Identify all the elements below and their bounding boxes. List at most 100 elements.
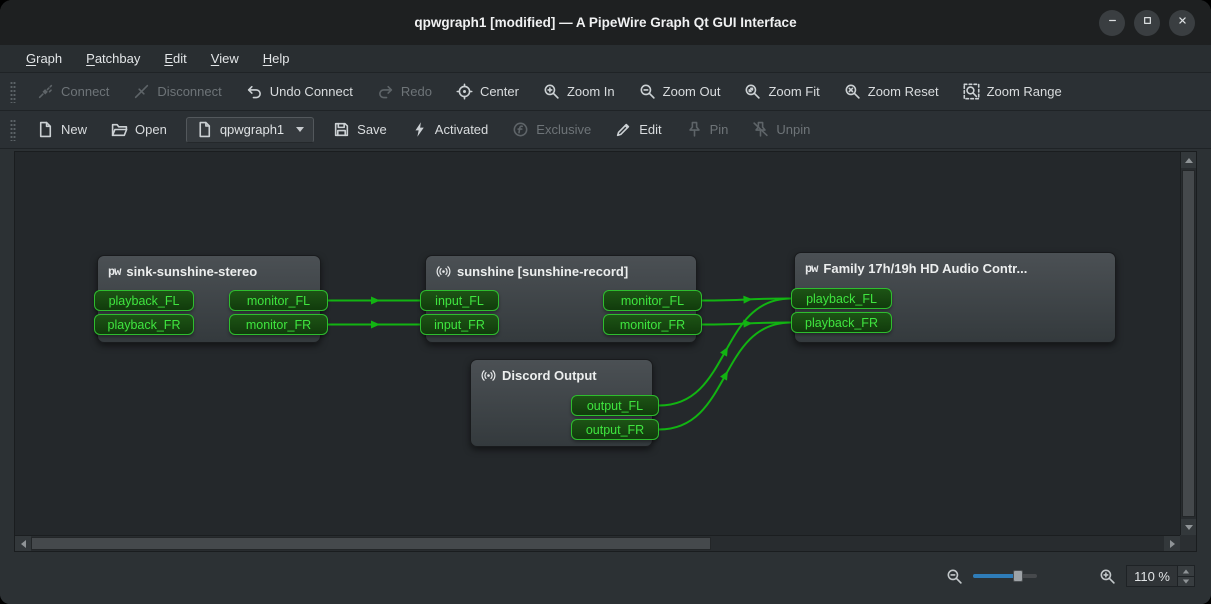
horizontal-scrollbar-track[interactable] (31, 536, 1164, 551)
zoom-spin-buttons (1177, 566, 1194, 586)
arrow-up-icon (1185, 158, 1193, 163)
window-titlebar[interactable]: qpwgraph1 [modified] — A PipeWire Graph … (0, 0, 1211, 45)
wire-arrow-icon (743, 320, 752, 328)
speaker-icon (436, 264, 451, 279)
zoom-slider-handle[interactable] (1013, 570, 1023, 582)
port-sunshine-input_FL[interactable]: input_FL (420, 290, 499, 311)
port-sink-sunshine-stereo-playback_FL[interactable]: playback_FL (94, 290, 194, 311)
port-sink-sunshine-stereo-monitor_FL[interactable]: monitor_FL (229, 290, 328, 311)
node-title: Discord Output (502, 368, 597, 383)
scroll-left-button[interactable] (15, 536, 31, 551)
arrow-down-icon (1183, 580, 1189, 584)
zoom-out-status-icon[interactable] (946, 568, 963, 585)
toolbar-button-label: Undo Connect (270, 84, 353, 99)
maximize-button[interactable] (1134, 10, 1160, 36)
vertical-scrollbar-thumb[interactable] (1182, 170, 1195, 517)
toolbar-button-open[interactable]: Open (100, 115, 178, 144)
toolbar-button-label: Open (135, 122, 167, 137)
menu-patchbay[interactable]: Patchbay (74, 47, 152, 70)
toolbar-button-zoom-reset[interactable]: Zoom Reset (833, 77, 950, 106)
minimize-button[interactable] (1099, 10, 1125, 36)
wire-arrow-icon (720, 347, 728, 357)
arrow-up-icon (1183, 569, 1189, 573)
menubar: GraphPatchbayEditViewHelp (0, 45, 1211, 73)
toolbar-button-zoom-out[interactable]: Zoom Out (628, 77, 732, 106)
toolbar-button-label: Pin (710, 122, 729, 137)
vertical-scrollbar-track[interactable] (1181, 168, 1196, 519)
wire-arrow-icon (720, 371, 728, 381)
toolbar-button-label: New (61, 122, 87, 137)
zoom-in-status-icon[interactable] (1099, 568, 1116, 585)
patchbay-file-combo[interactable]: qpwgraph1 (186, 117, 314, 143)
toolbar-button-zoom-fit[interactable]: Zoom Fit (733, 77, 830, 106)
window-maximize-icon (1141, 14, 1154, 32)
menu-help[interactable]: Help (251, 47, 302, 70)
window-title: qpwgraph1 [modified] — A PipeWire Graph … (414, 15, 796, 30)
toolbar-button-edit[interactable]: Edit (604, 115, 672, 144)
connect-icon (37, 83, 54, 100)
zoom-value: 110 % (1127, 569, 1177, 584)
port-sunshine-monitor_FL[interactable]: monitor_FL (603, 290, 702, 311)
node-title: sink-sunshine-stereo (126, 264, 257, 279)
central-area: pwsink-sunshine-stereoplayback_FLplaybac… (0, 149, 1211, 558)
port-sunshine-monitor_FR[interactable]: monitor_FR (603, 314, 702, 335)
port-discord-output_FR[interactable]: output_FR (571, 419, 659, 440)
file-icon (196, 121, 213, 138)
toolbar-button-label: Redo (401, 84, 432, 99)
window-close-icon (1176, 14, 1189, 32)
wire-sunshine.monitor_FL-to-family.playback_FL[interactable] (702, 299, 791, 301)
wire-arrow-icon (743, 296, 752, 304)
scroll-up-button[interactable] (1181, 152, 1196, 168)
toolbar-button-undo-connect[interactable]: Undo Connect (235, 77, 364, 106)
port-sunshine-input_FR[interactable]: input_FR (420, 314, 499, 335)
port-family-playback_FL[interactable]: playback_FL (791, 288, 892, 309)
graph-canvas[interactable]: pwsink-sunshine-stereoplayback_FLplaybac… (15, 152, 1180, 535)
menu-edit[interactable]: Edit (152, 47, 198, 70)
port-family-playback_FR[interactable]: playback_FR (791, 312, 892, 333)
toolbar-drag-handle[interactable] (10, 119, 16, 141)
window-controls (1099, 10, 1195, 36)
toolbar-button-label: Edit (639, 122, 661, 137)
zoom-spin-down-button[interactable] (1178, 576, 1194, 586)
vertical-scrollbar[interactable] (1180, 152, 1196, 535)
toolbar-button-activated[interactable]: Activated (400, 115, 499, 144)
close-button[interactable] (1169, 10, 1195, 36)
toolbar-drag-handle[interactable] (10, 81, 16, 103)
zoom-spin-up-button[interactable] (1178, 566, 1194, 576)
horizontal-scrollbar-thumb[interactable] (31, 537, 711, 550)
node-title: Family 17h/19h HD Audio Contr... (823, 261, 1027, 276)
toolbar-button-center[interactable]: Center (445, 77, 530, 106)
undo-icon (246, 83, 263, 100)
toolbar-button-label: Zoom Fit (768, 84, 819, 99)
port-discord-output_FL[interactable]: output_FL (571, 395, 659, 416)
unpin-icon (752, 121, 769, 138)
toolbar-button-label: Zoom Out (663, 84, 721, 99)
toolbar-button-new[interactable]: New (26, 115, 98, 144)
toolbar-button-connect: Connect (26, 77, 120, 106)
canvas-frame: pwsink-sunshine-stereoplayback_FLplaybac… (14, 151, 1197, 552)
port-sink-sunshine-stereo-playback_FR[interactable]: playback_FR (94, 314, 194, 335)
pin-icon (686, 121, 703, 138)
menu-view[interactable]: View (199, 47, 251, 70)
scroll-down-button[interactable] (1181, 519, 1196, 535)
toolbar-button-disconnect: Disconnect (122, 77, 232, 106)
zoom-slider-track[interactable] (973, 574, 1037, 578)
zoom-slider[interactable] (973, 569, 1037, 583)
toolbar-button-zoom-in[interactable]: Zoom In (532, 77, 626, 106)
horizontal-scrollbar[interactable] (15, 535, 1180, 551)
toolbar-button-label: Exclusive (536, 122, 591, 137)
toolbar-button-redo: Redo (366, 77, 443, 106)
toolbar-button-save[interactable]: Save (322, 115, 398, 144)
toolbar-button-unpin: Unpin (741, 115, 821, 144)
toolbar-button-zoom-range[interactable]: Zoom Range (952, 77, 1073, 106)
menu-graph[interactable]: Graph (14, 47, 74, 70)
zoom-spinbox[interactable]: 110 % (1126, 565, 1195, 587)
wire-sunshine.monitor_FR-to-family.playback_FR[interactable] (702, 323, 791, 325)
zoom-out-icon (639, 83, 656, 100)
scroll-right-button[interactable] (1164, 536, 1180, 551)
exclusive-icon (512, 121, 529, 138)
port-sink-sunshine-stereo-monitor_FR[interactable]: monitor_FR (229, 314, 328, 335)
toolbar-button-exclusive: Exclusive (501, 115, 602, 144)
speaker-icon (481, 368, 496, 383)
toolbar-button-label: Disconnect (157, 84, 221, 99)
